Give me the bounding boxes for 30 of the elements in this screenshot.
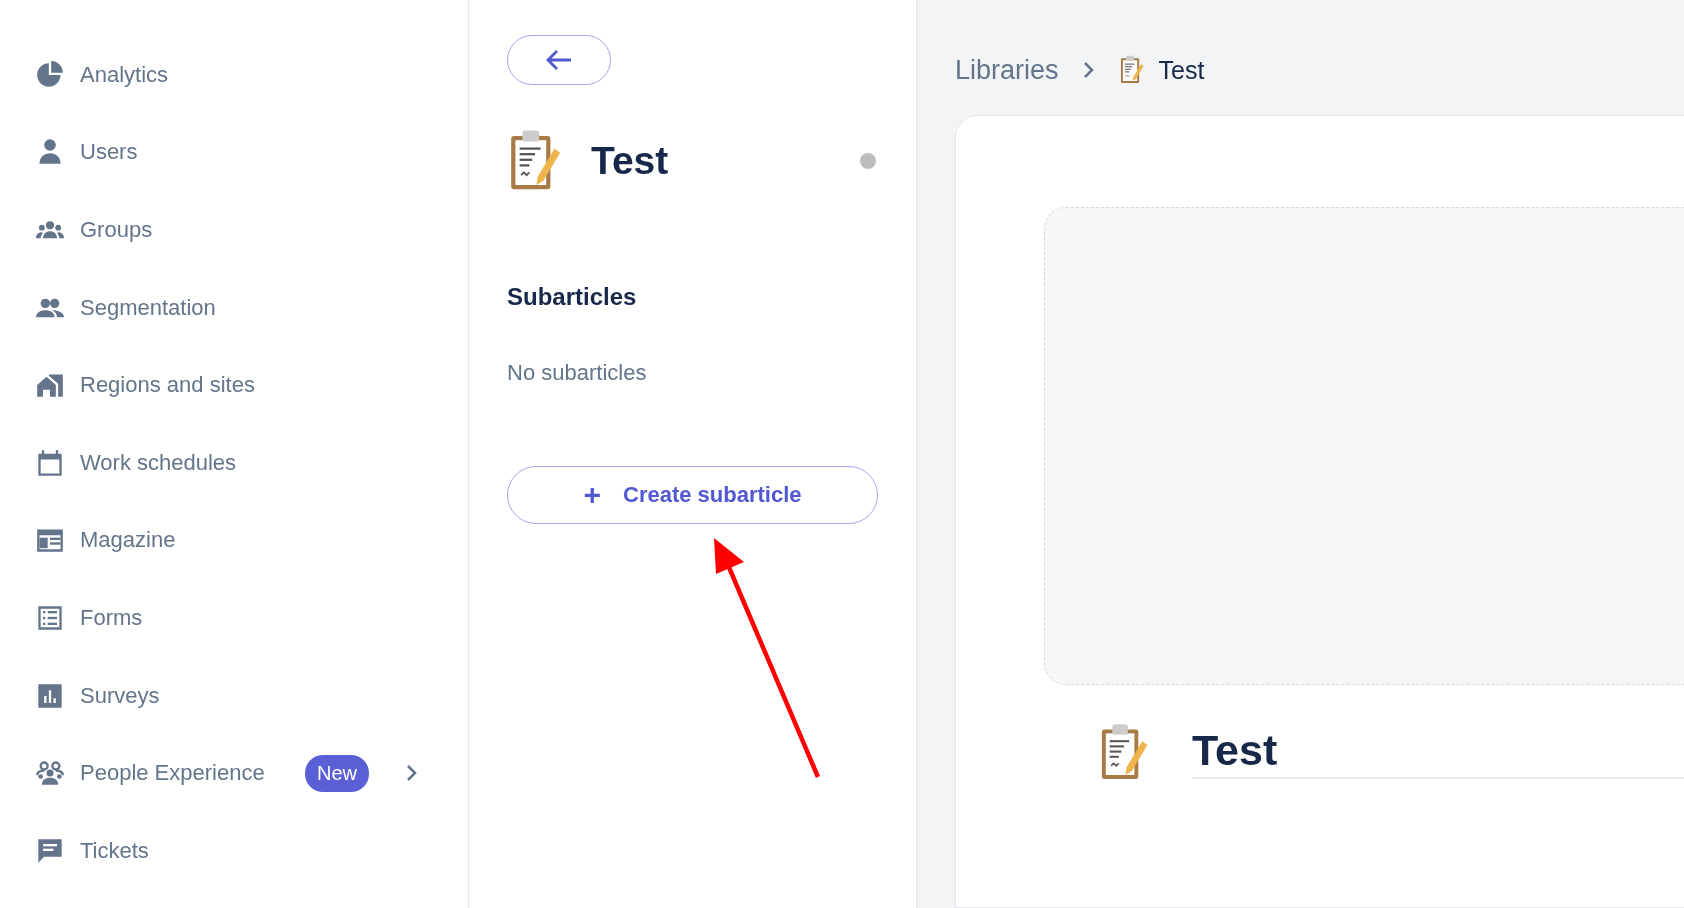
nav-item[interactable]: Groups: [80, 217, 153, 243]
article-title: Test: [1192, 726, 1684, 780]
chevron-right-icon[interactable]: [406, 764, 418, 783]
nav-item[interactable]: Users: [80, 139, 138, 166]
calendar-icon: [35, 448, 65, 477]
create-subarticle-button[interactable]: + Create subarticle: [507, 466, 878, 525]
clipboard-icon: [1118, 55, 1145, 85]
nav-item[interactable]: People Experience: [80, 760, 265, 787]
bar-chart-icon: [35, 681, 65, 710]
breadcrumb-item: Test: [1158, 55, 1205, 85]
nav-item[interactable]: Regions and sites: [80, 372, 255, 399]
section-heading: Subarticles: [507, 283, 638, 312]
chevron-right-icon: [1082, 61, 1095, 79]
nav-item[interactable]: Forms: [80, 604, 143, 631]
nav-item[interactable]: Tickets: [80, 837, 149, 864]
nav-item[interactable]: Work schedules: [80, 449, 237, 476]
nav-item[interactable]: Magazine: [80, 527, 176, 554]
empty-message: No subarticles: [507, 360, 648, 387]
people-icon: [35, 759, 65, 788]
nav-item[interactable]: Surveys: [80, 682, 160, 709]
back-arrow-icon: [544, 48, 574, 72]
back-button[interactable]: [507, 35, 611, 85]
new-badge: New: [305, 754, 369, 792]
list-icon: [35, 603, 65, 632]
breadcrumb-item[interactable]: Libraries: [955, 54, 1059, 86]
nav-item[interactable]: Analytics: [80, 61, 169, 88]
chat-icon: [35, 836, 65, 865]
pie-chart-icon: [35, 60, 65, 89]
nav-item[interactable]: Segmentation: [80, 294, 216, 321]
article-title: Test: [591, 139, 669, 184]
